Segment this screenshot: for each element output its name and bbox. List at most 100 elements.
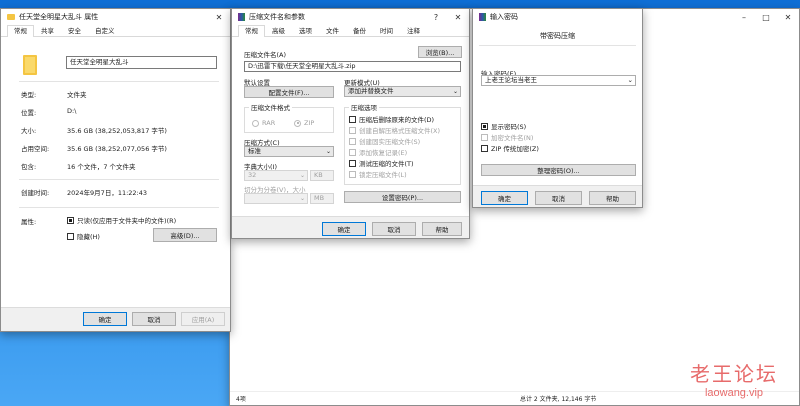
method-value: 标准 bbox=[248, 147, 261, 155]
encrypt-names-checkbox[interactable]: 加密文件名(N) bbox=[481, 132, 533, 142]
location-label: 位置: bbox=[21, 109, 37, 117]
close-icon[interactable]: ✕ bbox=[208, 9, 230, 25]
tab-time[interactable]: 时间 bbox=[373, 25, 400, 36]
help-icon[interactable]: ? bbox=[425, 9, 447, 25]
format-zip-radio[interactable]: ZIP bbox=[294, 119, 314, 127]
show-password-label: 显示密码(S) bbox=[491, 123, 527, 131]
tab-advanced[interactable]: 高级 bbox=[265, 25, 292, 36]
update-mode-value: 添加并替换文件 bbox=[348, 87, 394, 95]
hidden-label: 隐藏(H) bbox=[77, 233, 100, 241]
folder-small-icon bbox=[7, 14, 15, 20]
type-value: 文件夹 bbox=[67, 91, 87, 99]
format-rar-radio[interactable]: RAR bbox=[252, 119, 275, 127]
readonly-checkbox[interactable]: 只读(仅应用于文件夹中的文件)(R) bbox=[67, 215, 176, 225]
tab-general[interactable]: 常规 bbox=[238, 25, 265, 37]
minimize-icon[interactable]: – bbox=[733, 9, 755, 25]
created-label: 创建时间: bbox=[21, 189, 50, 197]
contains-label: 包含: bbox=[21, 163, 37, 171]
option-label: 压缩后删除原来的文件(D) bbox=[359, 116, 435, 124]
location-value: D:\ bbox=[67, 107, 77, 115]
size-label: 大小: bbox=[21, 127, 37, 135]
cancel-button[interactable]: 取消 bbox=[372, 222, 416, 236]
apply-button[interactable]: 应用(A) bbox=[181, 312, 225, 326]
winrar-icon bbox=[479, 13, 486, 21]
archive-tabs: 常规 高级 选项 文件 备份 时间 注释 bbox=[232, 25, 469, 37]
archive-name-field[interactable]: D:\迅雷下载\任天堂全明星大乱斗.zip bbox=[244, 61, 461, 72]
chevron-down-icon: ⌄ bbox=[299, 172, 305, 179]
set-password-button[interactable]: 设置密码(P)... bbox=[344, 191, 461, 203]
option-label: 锁定压缩文件(L) bbox=[359, 171, 407, 179]
option-label: 创建自解压格式压缩文件(X) bbox=[359, 127, 441, 135]
split-unit-select[interactable]: MB bbox=[310, 193, 334, 204]
option-test[interactable]: 测试压缩的文件(T) bbox=[349, 158, 414, 168]
divider bbox=[19, 81, 219, 82]
tab-security[interactable]: 安全 bbox=[61, 25, 88, 36]
cancel-button[interactable]: 取消 bbox=[535, 191, 582, 205]
properties-title: 任天堂全明星大乱斗 属性 bbox=[19, 13, 99, 21]
disk-size-value: 35.6 GB (38,252,077,056 字节) bbox=[67, 145, 167, 153]
help-button[interactable]: 帮助 bbox=[422, 222, 462, 236]
chevron-down-icon: ⌄ bbox=[627, 76, 633, 84]
chevron-down-icon: ⌄ bbox=[299, 195, 305, 202]
properties-tabs: 常规 共享 安全 自定义 bbox=[1, 25, 230, 37]
tab-comment[interactable]: 注释 bbox=[400, 25, 427, 36]
ok-button[interactable]: 确定 bbox=[322, 222, 366, 236]
advanced-button[interactable]: 高级(D)... bbox=[153, 228, 217, 242]
option-delete-after[interactable]: 压缩后删除原来的文件(D) bbox=[349, 114, 434, 124]
zip-legacy-label: ZIP 传统加密(Z) bbox=[491, 145, 539, 153]
ok-button[interactable]: 确定 bbox=[83, 312, 127, 326]
profiles-button[interactable]: 配置文件(F)... bbox=[244, 86, 334, 98]
archive-dialog: 压缩文件名和参数 ? ✕ 常规 高级 选项 文件 备份 时间 注释 压缩文件名(… bbox=[231, 8, 470, 239]
dict-unit: KB bbox=[314, 171, 323, 179]
option-recovery[interactable]: 添加恢复记录(E) bbox=[349, 147, 407, 157]
watermark: 老王论坛 laowang.vip bbox=[690, 358, 778, 399]
tab-files[interactable]: 文件 bbox=[319, 25, 346, 36]
archive-title: 压缩文件名和参数 bbox=[249, 13, 305, 21]
divider bbox=[19, 179, 219, 180]
close-icon[interactable]: ✕ bbox=[447, 9, 469, 25]
tab-customize[interactable]: 自定义 bbox=[88, 25, 122, 36]
status-right: 总计 2 文件夹, 12,146 字节 bbox=[520, 396, 597, 403]
split-size-select[interactable]: ⌄ bbox=[244, 193, 308, 204]
tab-sharing[interactable]: 共享 bbox=[34, 25, 61, 36]
zip-legacy-checkbox[interactable]: ZIP 传统加密(Z) bbox=[481, 143, 539, 153]
show-password-checkbox[interactable]: 显示密码(S) bbox=[481, 121, 526, 131]
disk-size-label: 占用空间: bbox=[21, 145, 50, 153]
password-value: 上老王论坛当老王 bbox=[485, 76, 537, 84]
format-rar-label: RAR bbox=[262, 119, 276, 127]
password-heading: 带密码压缩 bbox=[540, 32, 575, 40]
browse-button[interactable]: 浏览(B)... bbox=[418, 46, 462, 58]
tab-options[interactable]: 选项 bbox=[292, 25, 319, 36]
split-unit: MB bbox=[314, 194, 325, 202]
options-group-label: 压缩选项 bbox=[349, 102, 379, 112]
status-left: 4项 bbox=[236, 396, 246, 403]
password-input[interactable]: 上老王论坛当老王 ⌄ bbox=[481, 75, 636, 86]
dict-unit-select[interactable]: KB bbox=[310, 170, 334, 181]
ok-button[interactable]: 确定 bbox=[481, 191, 528, 205]
format-zip-label: ZIP bbox=[304, 119, 315, 127]
encrypt-names-label: 加密文件名(N) bbox=[491, 134, 534, 142]
option-lock[interactable]: 锁定压缩文件(L) bbox=[349, 169, 407, 179]
maximize-icon[interactable]: □ bbox=[755, 9, 777, 25]
organize-passwords-button[interactable]: 整理密码(O)... bbox=[481, 164, 636, 176]
readonly-label: 只读(仅应用于文件夹中的文件)(R) bbox=[77, 217, 177, 225]
hidden-checkbox[interactable]: 隐藏(H) bbox=[67, 231, 100, 241]
update-mode-select[interactable]: 添加并替换文件 ⌄ bbox=[344, 86, 461, 97]
folder-name-field[interactable]: 任天堂全明星大乱斗 bbox=[66, 56, 217, 69]
format-group-label: 压缩文件格式 bbox=[249, 102, 292, 112]
archive-titlebar: 压缩文件名和参数 ? ✕ bbox=[232, 9, 469, 25]
dict-select[interactable]: 32 ⌄ bbox=[244, 170, 308, 181]
tab-backup[interactable]: 备份 bbox=[346, 25, 373, 36]
help-button[interactable]: 帮助 bbox=[589, 191, 636, 205]
cancel-button[interactable]: 取消 bbox=[132, 312, 176, 326]
chevron-down-icon: ⌄ bbox=[452, 88, 458, 95]
method-select[interactable]: 标准 ⌄ bbox=[244, 146, 334, 157]
properties-titlebar: 任天堂全明星大乱斗 属性 ✕ bbox=[1, 9, 230, 25]
option-solid[interactable]: 创建固实压缩文件(S) bbox=[349, 136, 420, 146]
close-icon[interactable]: ✕ bbox=[777, 9, 799, 25]
option-sfx[interactable]: 创建自解压格式压缩文件(X) bbox=[349, 125, 440, 135]
option-label: 创建固实压缩文件(S) bbox=[359, 138, 421, 146]
watermark-url: laowang.vip bbox=[704, 387, 764, 399]
tab-general[interactable]: 常规 bbox=[7, 25, 34, 37]
watermark-title: 老王论坛 bbox=[690, 362, 778, 386]
